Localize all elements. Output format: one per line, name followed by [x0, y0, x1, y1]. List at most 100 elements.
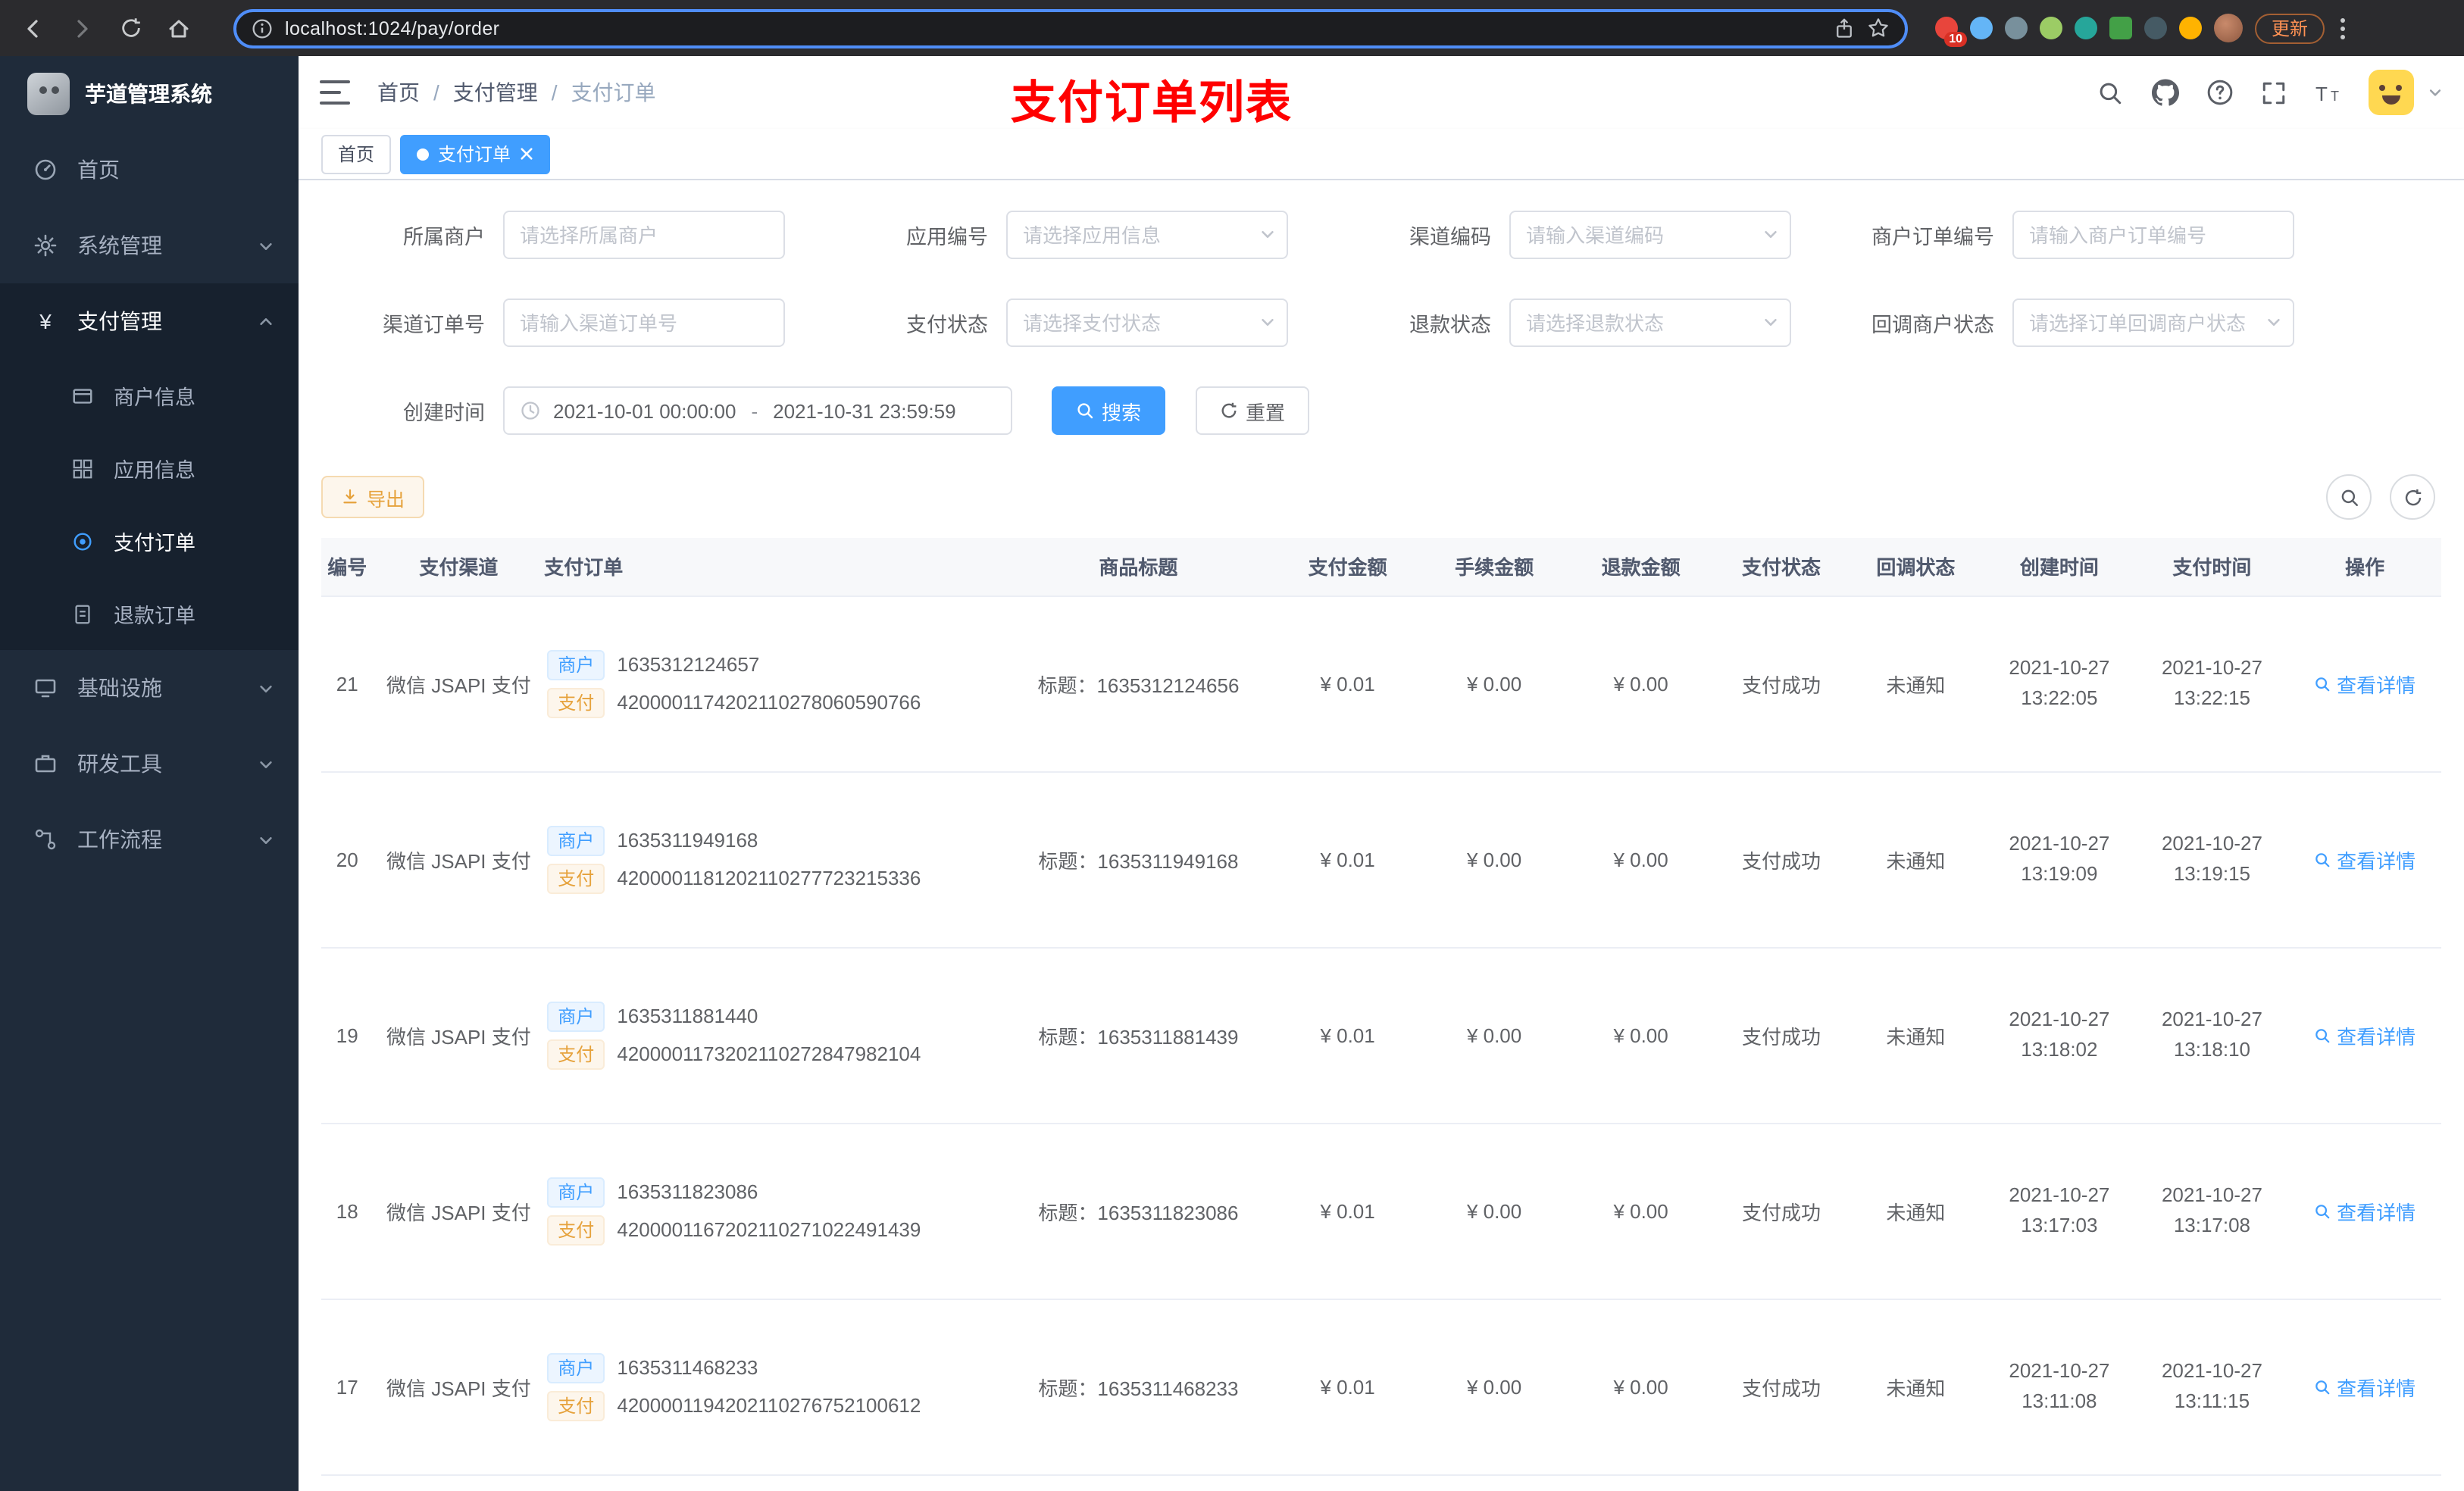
sidebar-item-home[interactable]: 首页	[0, 132, 299, 208]
help-icon[interactable]	[2205, 78, 2234, 107]
col-refund: 退款金额	[1567, 538, 1715, 596]
sidebar-item-refund-order[interactable]: 退款订单	[0, 577, 299, 650]
cell-channel: 微信 JSAPI 支付	[373, 595, 545, 772]
share-icon[interactable]	[1834, 17, 1855, 39]
toggle-search-button[interactable]	[2326, 474, 2372, 520]
cell-actions: 查看详情	[2288, 947, 2441, 1124]
channel-code-input[interactable]	[1509, 211, 1791, 259]
notify-status-input[interactable]	[2012, 299, 2294, 347]
browser-back-icon[interactable]	[15, 10, 52, 46]
paid-date: 2021-10-27	[2161, 1359, 2262, 1382]
refresh-table-button[interactable]	[2390, 474, 2435, 520]
cell-id: 17	[321, 1299, 374, 1475]
merchant-order-no-field[interactable]	[2012, 211, 2294, 259]
svg-text:T: T	[2315, 82, 2328, 105]
cell-paid: 2021-10-27 13:11:15	[2135, 1299, 2289, 1475]
pay-status-select[interactable]	[1006, 299, 1288, 347]
filter-label: 应用编号	[906, 226, 988, 248]
sidebar-item-system[interactable]: 系统管理	[0, 208, 299, 283]
export-button[interactable]: 导出	[321, 476, 425, 518]
browser-refresh-icon[interactable]	[112, 10, 149, 46]
cell-fee: ¥ 0.00	[1421, 595, 1568, 772]
refund-status-input[interactable]	[1509, 299, 1791, 347]
search-button[interactable]: 搜索	[1052, 386, 1166, 435]
browser-profile-avatar[interactable]	[2214, 14, 2243, 42]
table-toolbar: 导出	[321, 474, 2441, 520]
browser-menu-icon[interactable]	[2337, 16, 2349, 40]
tab-pay-order[interactable]: 支付订单	[400, 134, 551, 173]
search-icon	[1076, 402, 1094, 420]
channel-order-no-input[interactable]	[503, 299, 785, 347]
pay-status-input[interactable]	[1006, 299, 1288, 347]
col-channel: 支付渠道	[373, 538, 545, 596]
font-size-icon[interactable]: TT	[2314, 78, 2343, 107]
view-detail-link[interactable]: 查看详情	[2314, 1372, 2416, 1401]
search-icon[interactable]	[2096, 78, 2125, 107]
cell-notify: 未通知	[1848, 1123, 1984, 1299]
sidebar-item-app-info[interactable]: 应用信息	[0, 432, 299, 505]
cell-actions	[2288, 1474, 2441, 1491]
tab-label: 首页	[338, 144, 375, 165]
view-detail-link[interactable]: 查看详情	[2314, 845, 2416, 874]
site-info-icon[interactable]	[252, 17, 273, 39]
extension-badge: 10	[1944, 32, 1967, 47]
app-logo[interactable]: 芋道管理系统	[0, 56, 299, 132]
avatar-caret-icon[interactable]	[2428, 85, 2443, 100]
notify-status-select[interactable]	[2012, 299, 2294, 347]
channel-code-select[interactable]	[1509, 211, 1791, 259]
sidebar-item-infrastructure[interactable]: 基础设施	[0, 650, 299, 726]
view-detail-link[interactable]: 查看详情	[2314, 1196, 2416, 1225]
filter-app-no: 应用编号	[824, 211, 1288, 259]
create-time-range-picker[interactable]: 2021-10-01 00:00:00 - 2021-10-31 23:59:5…	[503, 386, 1012, 435]
close-icon[interactable]	[520, 147, 533, 161]
tab-home[interactable]: 首页	[321, 134, 392, 173]
user-avatar[interactable]	[2369, 70, 2414, 115]
bookmark-star-icon[interactable]	[1867, 17, 1890, 39]
github-icon[interactable]	[2150, 78, 2179, 107]
extension-icon-1[interactable]: 10	[1935, 17, 1967, 47]
tags-view-bar: 首页 支付订单	[299, 129, 2464, 180]
merchant-order-no: 1635311823086	[617, 1180, 758, 1203]
fullscreen-icon[interactable]	[2259, 78, 2288, 107]
channel-order-no-field[interactable]	[503, 299, 785, 347]
extension-icon-6[interactable]	[2109, 17, 2132, 39]
clock-icon	[520, 400, 541, 421]
merchant-order-no-input[interactable]	[2012, 211, 2294, 259]
browser-home-icon[interactable]	[161, 10, 197, 46]
merchant-select[interactable]	[503, 211, 785, 259]
browser-update-button[interactable]: 更新	[2255, 13, 2325, 43]
app-shell: 芋道管理系统 首页 系统管理 ¥ 支付管理 商户信息 应用信息 支付订单 退款订…	[0, 56, 2464, 1491]
app-no-select-input[interactable]	[1006, 211, 1288, 259]
extension-icon-3[interactable]	[2005, 17, 2028, 39]
sidebar-item-merchant-info[interactable]: 商户信息	[0, 359, 299, 432]
monitor-icon	[33, 676, 58, 700]
paid-time: 13:17:08	[2173, 1214, 2251, 1236]
sidebar-item-workflow[interactable]: 工作流程	[0, 802, 299, 877]
sidebar-item-dev-tools[interactable]: 研发工具	[0, 726, 299, 802]
breadcrumb-home[interactable]: 首页	[377, 77, 420, 108]
view-detail-link[interactable]: 查看详情	[2314, 1021, 2416, 1049]
cell-channel: 微信 JSAPI 支付	[373, 1474, 545, 1491]
refund-status-select[interactable]	[1509, 299, 1791, 347]
filter-refund-status: 退款状态	[1327, 299, 1791, 347]
merchant-select-input[interactable]	[503, 211, 785, 259]
address-bar[interactable]: localhost:1024/pay/order	[233, 8, 1908, 48]
orders-table: 编号 支付渠道 支付订单 商品标题 支付金额 手续金额 退款金额 支付状态 回调…	[321, 538, 2441, 1491]
view-detail-link[interactable]: 查看详情	[2314, 669, 2416, 698]
sidebar-item-payment[interactable]: ¥ 支付管理	[0, 283, 299, 359]
extension-icon-8[interactable]	[2179, 17, 2202, 39]
sidebar-item-pay-order[interactable]: 支付订单	[0, 505, 299, 577]
magnifier-icon	[2314, 851, 2331, 867]
breadcrumb-payment[interactable]: 支付管理	[453, 77, 538, 108]
extension-icon-4[interactable]	[2040, 17, 2062, 39]
extension-icon-2[interactable]	[1970, 17, 1993, 39]
cell-title: 标题：1635311823086	[1002, 1123, 1274, 1299]
app-no-select[interactable]	[1006, 211, 1288, 259]
grid-icon	[70, 456, 94, 480]
table-row: 21 微信 JSAPI 支付 商户 1635312124657 支付 42000…	[321, 595, 2441, 772]
reset-button[interactable]: 重置	[1196, 386, 1310, 435]
extension-icon-5[interactable]	[2075, 17, 2097, 39]
browser-forward-icon[interactable]	[64, 10, 100, 46]
sidebar-toggle-icon[interactable]	[320, 80, 350, 105]
extension-icon-7[interactable]	[2144, 17, 2167, 39]
